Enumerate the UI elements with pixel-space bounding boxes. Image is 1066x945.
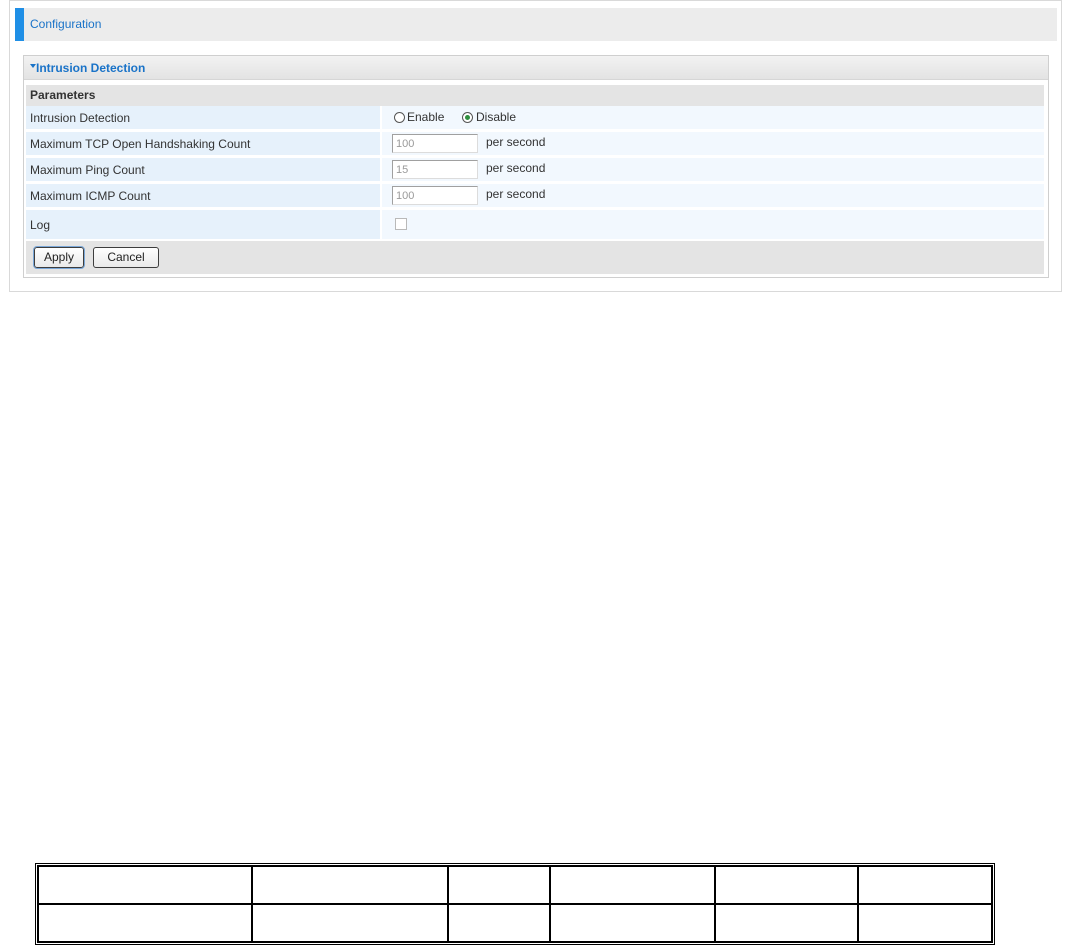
max-icmp-input[interactable] [392,186,478,205]
table-row [38,866,992,904]
row-label-cell: Maximum Ping Count [26,158,380,181]
table-cell [858,866,992,904]
table-cell [715,866,858,904]
table-cell [448,904,550,942]
row-value-cell [382,210,1044,239]
page-title: Configuration [30,17,102,31]
disable-radio-label[interactable]: Disable [476,110,516,124]
log-label: Log [30,218,51,232]
max-ping-input[interactable] [392,160,478,179]
max-ping-row: Maximum Ping Count per second [26,158,1044,182]
max-tcp-row: Maximum TCP Open Handshaking Count per s… [26,132,1044,156]
table-cell [252,866,448,904]
disable-radio[interactable] [462,112,473,123]
button-bar: Apply Cancel [26,241,1044,274]
row-label-cell: Intrusion Detection [26,106,380,129]
table-cell [858,904,992,942]
row-label-cell: Maximum ICMP Count [26,184,380,207]
enable-radio-label[interactable]: Enable [407,110,444,124]
table-row [38,904,992,942]
max-icmp-label: Maximum ICMP Count [30,189,151,203]
empty-table [35,863,995,945]
log-row: Log [26,210,1044,240]
row-value-cell: per second [382,158,1044,181]
apply-button[interactable]: Apply [33,246,85,269]
section-title[interactable]: Intrusion Detection [36,61,145,75]
enable-radio[interactable] [394,112,405,123]
max-tcp-input[interactable] [392,134,478,153]
intrusion-detection-label: Intrusion Detection [30,111,131,125]
intrusion-detection-row: Intrusion Detection Enable Disable [26,106,1044,130]
parameters-heading-label: Parameters [30,88,96,102]
section-header[interactable]: Intrusion Detection [24,56,1048,80]
row-value-cell: per second [382,184,1044,207]
table-cell [550,904,715,942]
row-label-cell: Maximum TCP Open Handshaking Count [26,132,380,155]
row-value-cell: per second [382,132,1044,155]
parameters-heading: Parameters [26,85,1044,106]
max-icmp-row: Maximum ICMP Count per second [26,184,1044,208]
table-cell [252,904,448,942]
cancel-button[interactable]: Cancel [93,247,159,268]
table-cell [448,866,550,904]
row-value-cell: Enable Disable [382,106,1044,129]
table-cell [38,866,252,904]
max-ping-label: Maximum Ping Count [30,163,145,177]
configuration-header: Configuration [15,8,1057,41]
header-accent-bar [15,8,24,41]
max-ping-unit: per second [486,161,546,175]
row-label-cell: Log [26,210,380,239]
max-tcp-label: Maximum TCP Open Handshaking Count [30,137,251,151]
table-cell [38,904,252,942]
max-tcp-unit: per second [486,135,546,149]
table-cell [715,904,858,942]
intrusion-detection-section: Intrusion Detection Parameters Intrusion… [23,55,1049,278]
max-icmp-unit: per second [486,187,546,201]
log-checkbox[interactable] [395,218,407,230]
table-cell [550,866,715,904]
